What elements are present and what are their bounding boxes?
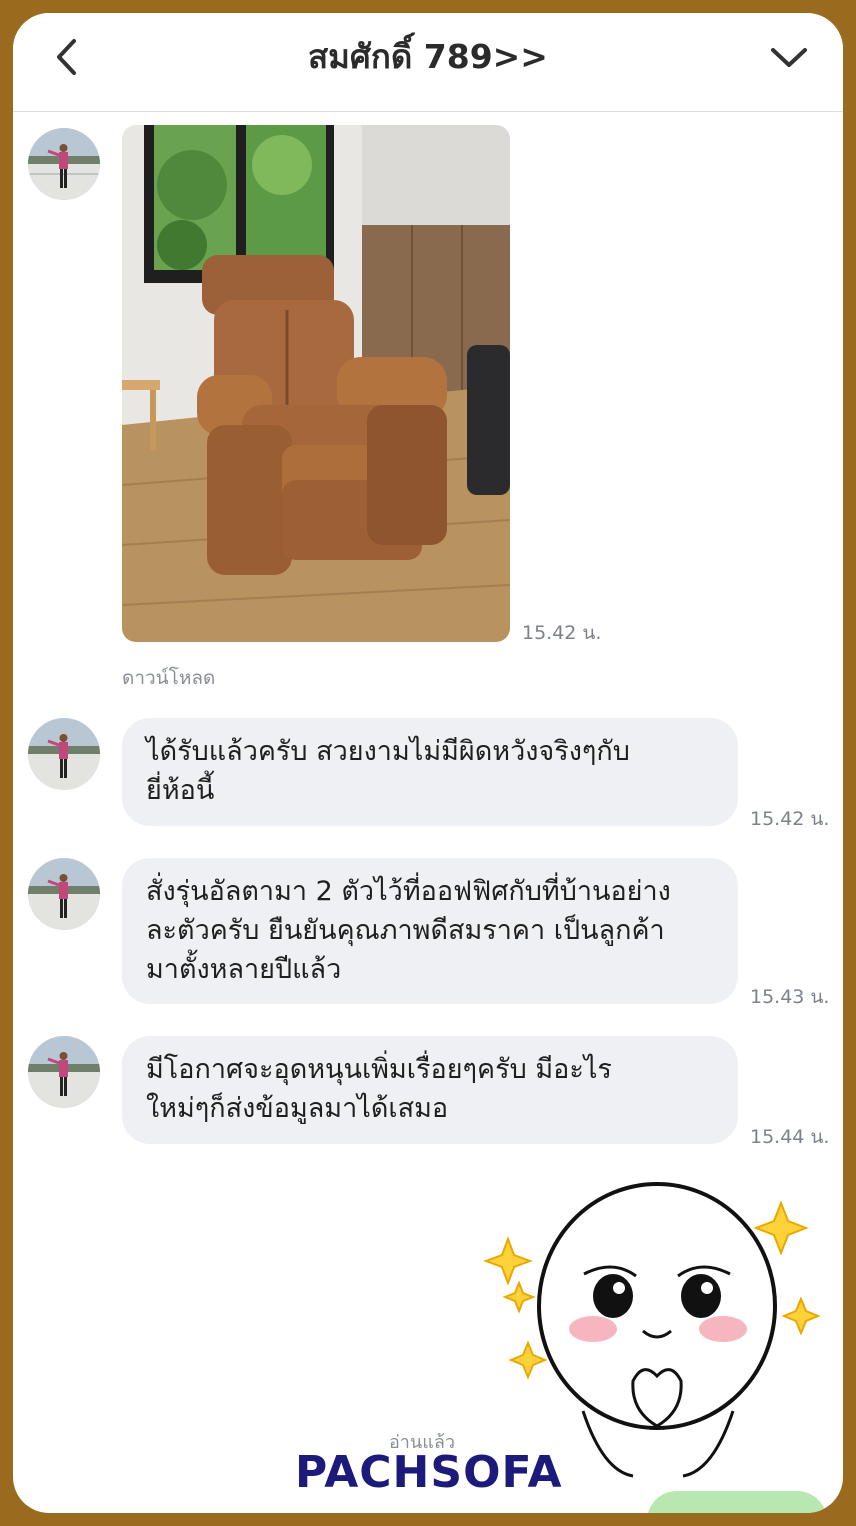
image-message[interactable] <box>122 125 510 642</box>
message-time: 15.42 น. <box>522 622 602 644</box>
message-time: 15.43 น. <box>750 986 830 1008</box>
chevron-down-icon <box>771 48 807 67</box>
chat-title: สมศักดิ์ 789>> <box>308 37 548 76</box>
sent-message-bubble[interactable] <box>647 1491 827 1513</box>
avatar-photo <box>28 128 100 200</box>
avatar[interactable] <box>28 718 100 790</box>
message-line: สั่งรุ่นอัลตามา 2 ตัวไว้ที่ออฟฟิศกับที่บ… <box>146 876 671 907</box>
message-line: ยี่ห้อนี้ <box>146 775 215 806</box>
message-line: ได้รับแล้วครับ สวยงามไม่มีผิดหวังจริงๆกั… <box>146 736 630 767</box>
avatar[interactable] <box>28 858 100 930</box>
sticker[interactable] <box>483 1181 833 1481</box>
message-line: มาตั้งหลายปีแล้ว <box>146 954 342 985</box>
message-bubble[interactable]: สั่งรุ่นอัลตามา 2 ตัวไว้ที่ออฟฟิศกับที่บ… <box>122 858 738 1004</box>
chevron-left-icon <box>57 39 76 75</box>
watermark-logo: PACHSOFA <box>295 1447 563 1498</box>
chat-screen: สมศักดิ์ 789>> 15.42 น. ดาวน์โหลด ได้รับ… <box>13 13 843 1513</box>
avatar[interactable] <box>28 128 100 200</box>
message-line: ใหม่ๆก็ส่งข้อมูลมาได้เสมอ <box>146 1093 449 1124</box>
message-bubble[interactable]: มีโอกาศจะอุดหนุนเพิ่มเรื่อยๆครับ มีอะไร … <box>122 1036 738 1144</box>
avatar[interactable] <box>28 1036 100 1108</box>
back-button[interactable] <box>47 37 87 77</box>
download-link[interactable]: ดาวน์โหลด <box>122 663 215 693</box>
message-time: 15.42 น. <box>750 808 830 830</box>
message-line: มีโอกาศจะอุดหนุนเพิ่มเรื่อยๆครับ มีอะไร <box>146 1054 612 1085</box>
recliner-photo <box>122 125 510 642</box>
menu-toggle-button[interactable] <box>769 37 809 77</box>
chat-header: สมศักดิ์ 789>> <box>13 13 843 112</box>
message-bubble[interactable]: ได้รับแล้วครับ สวยงามไม่มีผิดหวังจริงๆกั… <box>122 718 738 826</box>
avatar-photo <box>28 858 100 930</box>
message-line: ละตัวครับ ยืนยันคุณภาพดีสมราคา เป็นลูกค้… <box>146 915 665 946</box>
message-time: 15.44 น. <box>750 1126 830 1148</box>
avatar-photo <box>28 718 100 790</box>
avatar-photo <box>28 1036 100 1108</box>
